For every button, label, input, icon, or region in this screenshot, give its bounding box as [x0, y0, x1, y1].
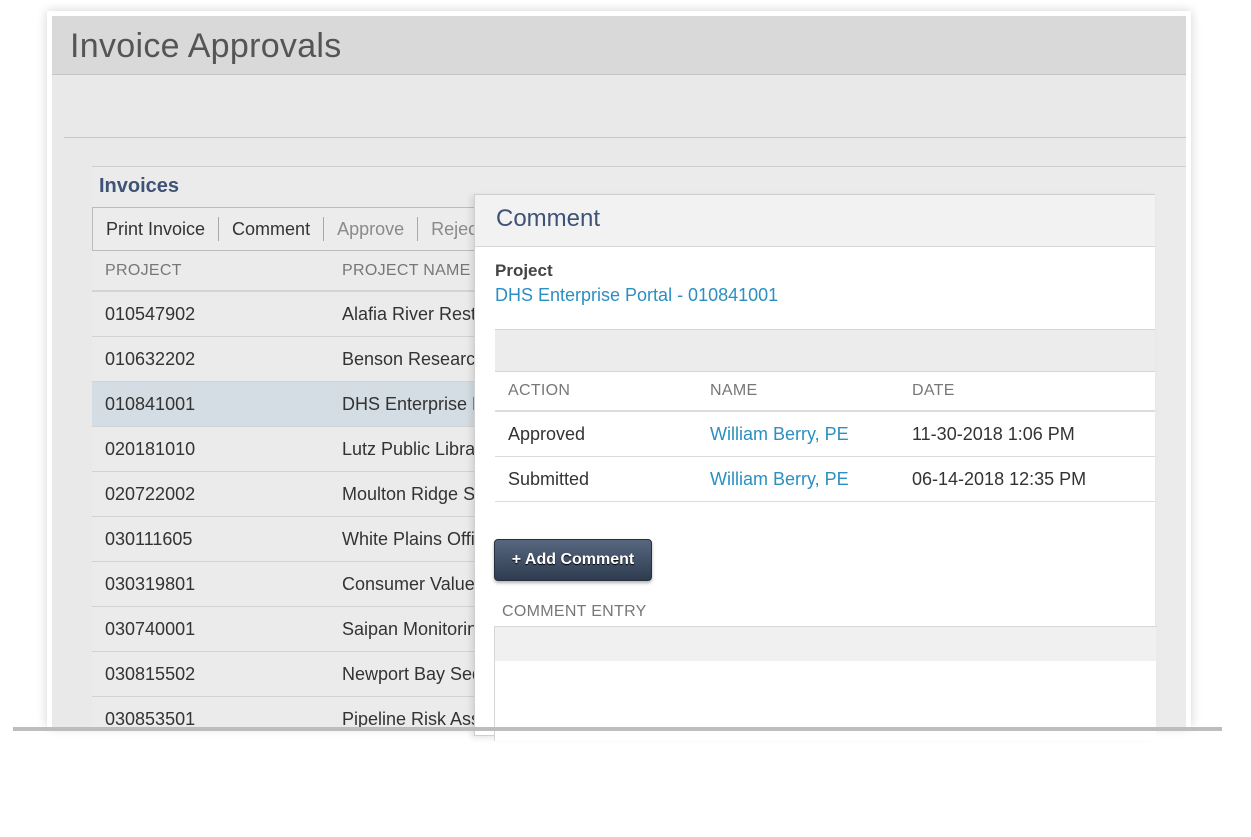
project-number-cell: 020181010 [105, 439, 196, 459]
project-number-cell: 030319801 [105, 574, 196, 594]
project-link[interactable]: DHS Enterprise Portal - 010841001 [495, 285, 778, 306]
invoices-table: PROJECT PROJECT NAME 010547902 Alafia Riv… [92, 251, 537, 727]
table-row[interactable]: 030853501 Pipeline Risk Assessme [92, 697, 533, 727]
app-header: Invoice Approvals [52, 16, 1186, 75]
date-cell: 11-30-2018 1:06 PM [897, 412, 1142, 456]
project-number-cell: 030853501 [105, 709, 196, 727]
page-title: Invoice Approvals [70, 27, 342, 65]
table-row[interactable]: 010547902 Alafia River Restoration [92, 292, 531, 337]
add-comment-button[interactable]: + Add Comment [494, 539, 652, 581]
table-row[interactable]: 030111605 White Plains Office Park [92, 517, 536, 562]
user-link[interactable]: William Berry, PE [695, 457, 897, 501]
column-header-action[interactable]: ACTION [495, 372, 695, 410]
column-header-name[interactable]: NAME [695, 372, 897, 410]
project-number-cell: 030111605 [105, 529, 193, 549]
project-number-cell: 010632202 [105, 349, 196, 369]
comment-panel-title: Comment [496, 205, 601, 232]
print-invoice-button[interactable]: Print Invoice [93, 217, 220, 241]
table-row[interactable]: 020181010 Lutz Public Library [92, 427, 522, 472]
table-row[interactable]: 020722002 Moulton Ridge Security [92, 472, 528, 517]
project-label: Project [495, 261, 553, 280]
history-table: ACTION NAME DATE Approved William Berry, … [495, 372, 1155, 502]
action-cell: Submitted [508, 469, 590, 489]
table-row[interactable]: 030815502 Newport Bay Sediment [92, 652, 526, 697]
comment-editor-toolbar [494, 626, 1156, 662]
history-toolbar [495, 329, 1155, 372]
user-link[interactable]: William Berry, PE [695, 412, 897, 456]
history-table-header: ACTION NAME DATE [495, 372, 1155, 412]
project-number-cell: 030740001 [105, 619, 196, 639]
history-row: Submitted William Berry, PE 06-14-2018 12:… [495, 457, 1155, 502]
table-row[interactable]: 030740001 Saipan Monitoring Stud [92, 607, 529, 652]
project-number-cell: 020722002 [105, 484, 196, 504]
column-header-date[interactable]: DATE [897, 372, 1142, 410]
table-row[interactable]: 010841001 DHS Enterprise Portal [92, 382, 522, 427]
action-cell: Approved [508, 424, 586, 444]
column-header-project[interactable]: PROJECT [92, 251, 329, 290]
history-row: Approved William Berry, PE 11-30-2018 1:06… [495, 412, 1155, 457]
table-row[interactable]: 030319801 Consumer Value Stores [92, 562, 532, 607]
table-header: PROJECT PROJECT NAME [92, 251, 522, 292]
baseline-divider [13, 727, 1222, 731]
approve-button[interactable]: Approve [324, 217, 419, 241]
invoices-title: Invoices [99, 175, 180, 197]
comment-panel-header: Comment [475, 195, 1155, 247]
table-row[interactable]: 010632202 Benson Research Lab E [92, 337, 537, 382]
project-number-cell: 010547902 [105, 304, 196, 324]
filter-bar [64, 75, 1186, 138]
date-cell: 06-14-2018 12:35 PM [897, 457, 1142, 501]
project-number-cell: 030815502 [105, 664, 196, 684]
project-number-cell: 010841001 [105, 394, 196, 414]
comment-entry-label: COMMENT ENTRY [502, 603, 647, 620]
comment-panel: Comment Project DHS Enterprise Portal - … [474, 194, 1156, 741]
comment-button[interactable]: Comment [219, 217, 325, 241]
